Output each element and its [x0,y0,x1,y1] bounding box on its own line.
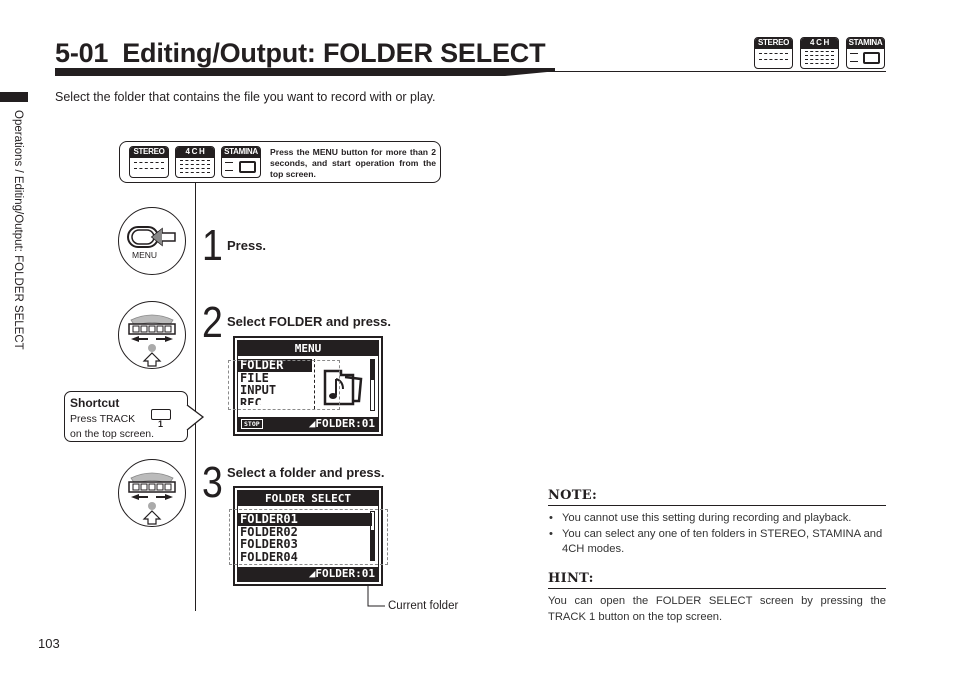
folder-screen-footer: ◢FOLDER:01 [238,567,378,581]
step-divider-line [195,183,196,611]
badge-label: STAMINA [222,147,260,158]
menu-screen-footer: STOP ◢FOLDER:01 [238,417,378,431]
badge-label: STEREO [755,38,792,49]
hint-section: HINT: You can open the FOLDER SELECT scr… [548,571,886,625]
current-folder-caption: Current folder [388,600,459,612]
4ch-mode-icon: 4 C H [800,37,839,69]
step-2-number: 2 [202,298,223,347]
dial-wheel-graphic [128,472,176,525]
stop-status: STOP [241,419,263,429]
selection-highlight-box [228,360,340,410]
stereo-mode-icon: STEREO [754,37,793,69]
note-item: You can select any one of ten folders in… [548,527,886,558]
current-folder-value: FOLDER:01 [315,567,375,580]
title-rule [540,71,886,72]
side-label-text: Operations / Editing/Output: FOLDER SELE… [12,110,24,350]
menu-button-label: MENU [132,250,158,260]
shortcut-line1: Press TRACK [70,413,136,425]
dial-wheel-graphic [128,314,176,367]
section-number: 5-01 [55,38,109,68]
stereo-mode-icon: STEREO [129,146,169,178]
stamina-mode-icon: STAMINA [221,146,261,178]
step-2-text: Select FOLDER and press. [227,314,391,329]
note-item: You cannot use this setting during recor… [548,511,886,527]
shortcut-line2: on the top screen. [70,428,155,440]
title-text: Editing/Output: FOLDER SELECT [122,38,546,68]
dial-wheel-icon [118,301,186,369]
title-underline-bar [55,68,555,76]
intro-text: Select the folder that contains the file… [55,90,436,104]
dial-wheel-icon [118,459,186,527]
note-list: You cannot use this setting during recor… [548,511,886,558]
operation-hint-box: STEREO 4 C H STAMINA Press the MENU butt… [119,141,441,183]
badge-label: STAMINA [847,38,884,49]
badge-label: 4 C H [801,38,838,49]
track-button-number: 1 [158,419,164,429]
side-section-label: Operations / Editing/Output: FOLDER SELE… [12,110,24,410]
step-1-text: Press. [227,238,267,253]
menu-scrollbar[interactable] [370,359,375,411]
note-heading: NOTE: [548,488,598,503]
menu-footer-folder: FOLDER:01 [315,417,375,430]
shortcut-callout: Shortcut Press TRACK 1 on the top screen… [64,391,188,442]
hint-text: You can open the FOLDER SELECT screen by… [548,595,886,623]
page-title: 5-01 Editing/Output: FOLDER SELECT [55,38,546,69]
operation-hint-text: Press the MENU button for more than 2 se… [270,147,436,179]
step-1-number: 1 [202,221,223,270]
step-3-text: Select a folder and press. [227,465,385,480]
hint-heading: HINT: [548,571,594,586]
folder-screen-header: FOLDER SELECT [238,491,378,506]
step-3-number: 3 [202,458,223,507]
4ch-mode-icon: 4 C H [175,146,215,178]
hint-rule [548,588,886,589]
callout-leader-line [367,584,385,607]
menu-screen-header: MENU [238,341,378,356]
shortcut-pointer [186,404,205,431]
badge-label: STEREO [130,147,168,158]
badge-label: 4 C H [176,147,214,158]
note-rule [548,505,886,506]
shortcut-title: Shortcut [70,396,120,410]
selection-highlight-box [229,509,388,565]
side-tab-marker [0,92,28,102]
stamina-mode-icon: STAMINA [846,37,885,69]
page-number: 103 [38,636,60,651]
note-section: NOTE: You cannot use this setting during… [548,488,886,558]
menu-button-icon: MENU [118,207,186,275]
menu-button-graphic [127,226,176,248]
